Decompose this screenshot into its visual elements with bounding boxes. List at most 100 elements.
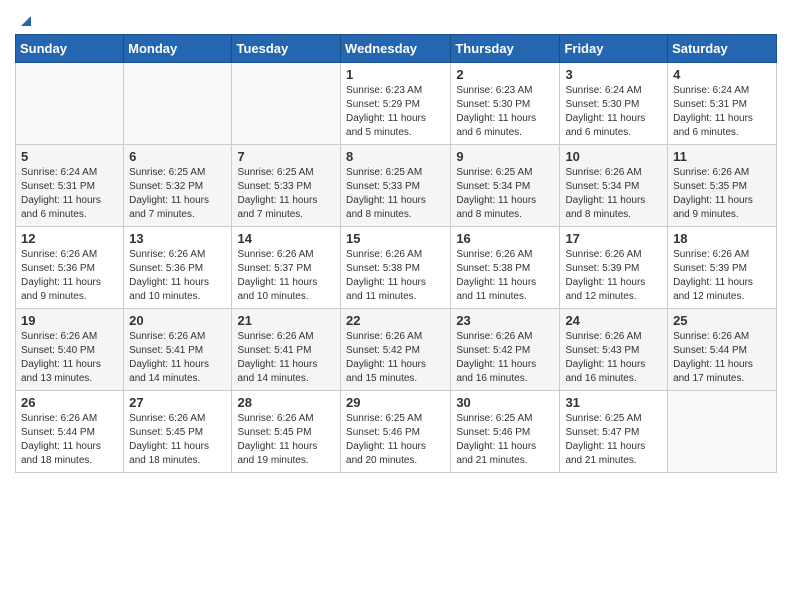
day-header-saturday: Saturday: [668, 35, 777, 63]
calendar-week-row: 19Sunrise: 6:26 AM Sunset: 5:40 PM Dayli…: [16, 309, 777, 391]
calendar-week-row: 5 Sunrise: 6:24 AM Sunset: 5:31 PM Daylig…: [16, 145, 777, 227]
calendar-cell: [232, 63, 341, 145]
calendar-cell: 13 Sunrise: 6:26 AM Sunset: 5:36 PM Dayli…: [124, 227, 232, 309]
day-info: Sunrise: 6:26 AM Sunset: 5:39 PM Dayligh…: [565, 248, 662, 304]
day-info: Sunrise: 6:26 AM Sunset: 5:44 PM Dayligh…: [21, 412, 118, 468]
day-number: 17: [565, 231, 662, 246]
calendar-cell: 26 Sunrise: 6:26 AM Sunset: 5:44 PM Dayli…: [16, 391, 124, 473]
day-number: 4: [673, 67, 771, 82]
calendar-cell: 1Sunrise: 6:23 AM Sunset: 5:29 PM Daylig…: [341, 63, 451, 145]
calendar-cell: 22 Sunrise: 6:26 AM Sunset: 5:42 PM Dayli…: [341, 309, 451, 391]
calendar-cell: 24 Sunrise: 6:26 AM Sunset: 5:43 PM Dayli…: [560, 309, 668, 391]
calendar-cell: 18 Sunrise: 6:26 AM Sunset: 5:39 PM Dayli…: [668, 227, 777, 309]
calendar-cell: 17 Sunrise: 6:26 AM Sunset: 5:39 PM Dayli…: [560, 227, 668, 309]
day-info: Sunrise: 6:26 AM Sunset: 5:41 PM Dayligh…: [129, 330, 226, 386]
calendar-cell: 12 Sunrise: 6:26 AM Sunset: 5:36 PM Dayli…: [16, 227, 124, 309]
day-info: Sunrise: 6:26 AM Sunset: 5:38 PM Dayligh…: [346, 248, 445, 304]
calendar-cell: 10 Sunrise: 6:26 AM Sunset: 5:34 PM Dayli…: [560, 145, 668, 227]
day-info: Sunrise: 6:24 AM Sunset: 5:31 PM Dayligh…: [673, 84, 771, 140]
day-info: Sunrise: 6:26 AM Sunset: 5:42 PM Dayligh…: [346, 330, 445, 386]
day-number: 26: [21, 395, 118, 410]
day-number: 11: [673, 149, 771, 164]
calendar-cell: 30 Sunrise: 6:25 AM Sunset: 5:46 PM Dayli…: [451, 391, 560, 473]
day-info: Sunrise: 6:26 AM Sunset: 5:36 PM Dayligh…: [129, 248, 226, 304]
day-number: 31: [565, 395, 662, 410]
day-info: Sunrise: 6:26 AM Sunset: 5:41 PM Dayligh…: [237, 330, 335, 386]
day-number: 22: [346, 313, 445, 328]
day-number: 20: [129, 313, 226, 328]
day-info: Sunrise: 6:24 AM Sunset: 5:30 PM Dayligh…: [565, 84, 662, 140]
calendar-cell: 25 Sunrise: 6:26 AM Sunset: 5:44 PM Dayli…: [668, 309, 777, 391]
calendar-cell: 19Sunrise: 6:26 AM Sunset: 5:40 PM Dayli…: [16, 309, 124, 391]
calendar-cell: 3 Sunrise: 6:24 AM Sunset: 5:30 PM Daylig…: [560, 63, 668, 145]
day-header-friday: Friday: [560, 35, 668, 63]
calendar-cell: 7 Sunrise: 6:25 AM Sunset: 5:33 PM Daylig…: [232, 145, 341, 227]
calendar-table: SundayMondayTuesdayWednesdayThursdayFrid…: [15, 34, 777, 473]
calendar-cell: 9 Sunrise: 6:25 AM Sunset: 5:34 PM Daylig…: [451, 145, 560, 227]
day-info: Sunrise: 6:23 AM Sunset: 5:29 PM Dayligh…: [346, 84, 445, 140]
day-number: 21: [237, 313, 335, 328]
day-number: 29: [346, 395, 445, 410]
logo: [15, 14, 35, 26]
calendar-cell: 31Sunrise: 6:25 AM Sunset: 5:47 PM Dayli…: [560, 391, 668, 473]
calendar-cell: 2Sunrise: 6:23 AM Sunset: 5:30 PM Daylig…: [451, 63, 560, 145]
day-number: 9: [456, 149, 554, 164]
day-number: 24: [565, 313, 662, 328]
day-info: Sunrise: 6:25 AM Sunset: 5:34 PM Dayligh…: [456, 166, 554, 222]
day-number: 16: [456, 231, 554, 246]
day-number: 8: [346, 149, 445, 164]
day-number: 12: [21, 231, 118, 246]
day-info: Sunrise: 6:24 AM Sunset: 5:31 PM Dayligh…: [21, 166, 118, 222]
day-info: Sunrise: 6:26 AM Sunset: 5:45 PM Dayligh…: [129, 412, 226, 468]
calendar-cell: 5 Sunrise: 6:24 AM Sunset: 5:31 PM Daylig…: [16, 145, 124, 227]
day-number: 10: [565, 149, 662, 164]
day-info: Sunrise: 6:25 AM Sunset: 5:32 PM Dayligh…: [129, 166, 226, 222]
day-header-tuesday: Tuesday: [232, 35, 341, 63]
calendar-cell: 11 Sunrise: 6:26 AM Sunset: 5:35 PM Dayli…: [668, 145, 777, 227]
day-info: Sunrise: 6:25 AM Sunset: 5:46 PM Dayligh…: [456, 412, 554, 468]
day-info: Sunrise: 6:26 AM Sunset: 5:44 PM Dayligh…: [673, 330, 771, 386]
day-info: Sunrise: 6:26 AM Sunset: 5:37 PM Dayligh…: [237, 248, 335, 304]
day-info: Sunrise: 6:26 AM Sunset: 5:43 PM Dayligh…: [565, 330, 662, 386]
day-info: Sunrise: 6:25 AM Sunset: 5:33 PM Dayligh…: [346, 166, 445, 222]
day-header-thursday: Thursday: [451, 35, 560, 63]
day-header-monday: Monday: [124, 35, 232, 63]
day-info: Sunrise: 6:26 AM Sunset: 5:35 PM Dayligh…: [673, 166, 771, 222]
calendar-cell: 21 Sunrise: 6:26 AM Sunset: 5:41 PM Dayli…: [232, 309, 341, 391]
day-info: Sunrise: 6:26 AM Sunset: 5:39 PM Dayligh…: [673, 248, 771, 304]
calendar-cell: 15 Sunrise: 6:26 AM Sunset: 5:38 PM Dayli…: [341, 227, 451, 309]
day-number: 25: [673, 313, 771, 328]
day-info: Sunrise: 6:26 AM Sunset: 5:40 PM Dayligh…: [21, 330, 118, 386]
day-number: 7: [237, 149, 335, 164]
calendar-cell: 27Sunrise: 6:26 AM Sunset: 5:45 PM Dayli…: [124, 391, 232, 473]
day-info: Sunrise: 6:26 AM Sunset: 5:45 PM Dayligh…: [237, 412, 335, 468]
calendar-cell: 14Sunrise: 6:26 AM Sunset: 5:37 PM Dayli…: [232, 227, 341, 309]
day-number: 13: [129, 231, 226, 246]
page-header: [15, 10, 777, 26]
day-info: Sunrise: 6:25 AM Sunset: 5:46 PM Dayligh…: [346, 412, 445, 468]
day-info: Sunrise: 6:25 AM Sunset: 5:33 PM Dayligh…: [237, 166, 335, 222]
logo-arrow-icon: [17, 12, 35, 30]
calendar-week-row: 26 Sunrise: 6:26 AM Sunset: 5:44 PM Dayli…: [16, 391, 777, 473]
day-number: 30: [456, 395, 554, 410]
calendar-header-row: SundayMondayTuesdayWednesdayThursdayFrid…: [16, 35, 777, 63]
calendar-cell: 4 Sunrise: 6:24 AM Sunset: 5:31 PM Daylig…: [668, 63, 777, 145]
day-number: 18: [673, 231, 771, 246]
calendar-cell: [668, 391, 777, 473]
day-number: 3: [565, 67, 662, 82]
day-info: Sunrise: 6:26 AM Sunset: 5:38 PM Dayligh…: [456, 248, 554, 304]
day-header-wednesday: Wednesday: [341, 35, 451, 63]
calendar-cell: 23Sunrise: 6:26 AM Sunset: 5:42 PM Dayli…: [451, 309, 560, 391]
day-info: Sunrise: 6:26 AM Sunset: 5:34 PM Dayligh…: [565, 166, 662, 222]
calendar-cell: 28 Sunrise: 6:26 AM Sunset: 5:45 PM Dayli…: [232, 391, 341, 473]
day-info: Sunrise: 6:26 AM Sunset: 5:36 PM Dayligh…: [21, 248, 118, 304]
day-number: 15: [346, 231, 445, 246]
calendar-cell: 16 Sunrise: 6:26 AM Sunset: 5:38 PM Dayli…: [451, 227, 560, 309]
day-number: 2: [456, 67, 554, 82]
calendar-week-row: 1Sunrise: 6:23 AM Sunset: 5:29 PM Daylig…: [16, 63, 777, 145]
calendar-cell: [124, 63, 232, 145]
day-number: 5: [21, 149, 118, 164]
day-number: 28: [237, 395, 335, 410]
calendar-cell: [16, 63, 124, 145]
calendar-cell: 6Sunrise: 6:25 AM Sunset: 5:32 PM Daylig…: [124, 145, 232, 227]
